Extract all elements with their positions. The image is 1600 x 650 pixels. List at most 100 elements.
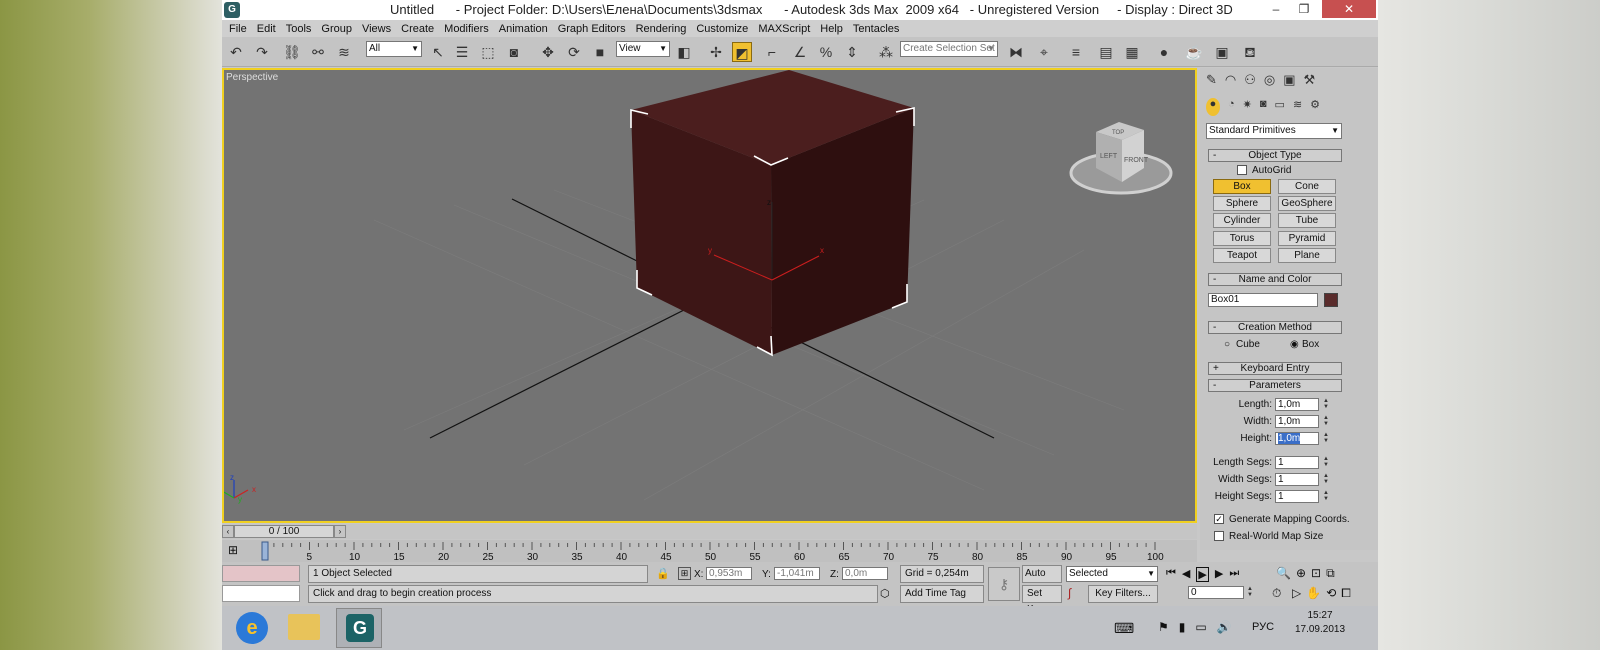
play-icon[interactable]: ▶ — [1196, 567, 1209, 582]
maxscript-listener-mini[interactable] — [222, 565, 300, 582]
select-icon[interactable]: ↖ — [428, 42, 448, 62]
cylinder-button[interactable]: Cylinder — [1213, 213, 1271, 228]
window-crossing-icon[interactable]: ◙ — [504, 42, 524, 62]
volume-icon[interactable]: 🔊 — [1217, 620, 1232, 634]
length-segs-spinner-icon[interactable]: ▲ ▼ — [1322, 456, 1330, 469]
keyboard-entry-rollout[interactable]: + Keyboard Entry — [1208, 362, 1342, 375]
menu-modifiers[interactable]: Modifiers — [439, 23, 494, 35]
flag-icon[interactable]: ⚑ — [1158, 620, 1169, 634]
box-button[interactable]: Box — [1213, 179, 1271, 194]
close-icon[interactable]: ✕ — [1322, 0, 1376, 18]
frame-spinner-icon[interactable]: ▲ ▼ — [1246, 586, 1254, 599]
parameters-rollout[interactable]: - Parameters — [1208, 379, 1342, 392]
object-type-rollout[interactable]: - Object Type — [1208, 149, 1342, 162]
go-to-end-icon[interactable]: ⏭ — [1229, 567, 1239, 582]
edit-named-sets-icon[interactable]: ⁂ — [876, 42, 896, 62]
unlink-icon[interactable]: ⚯ — [308, 42, 328, 62]
name-color-rollout[interactable]: - Name and Color — [1208, 273, 1342, 286]
height-spinner-icon[interactable]: ▲ ▼ — [1322, 432, 1330, 445]
z-coord-input[interactable]: 0,0m — [842, 567, 888, 580]
menu-views[interactable]: Views — [357, 23, 396, 35]
torus-button[interactable]: Torus — [1213, 231, 1271, 246]
helpers-icon[interactable]: ▭ — [1275, 98, 1285, 116]
previous-frame-icon[interactable]: ◀ — [1182, 567, 1190, 582]
set-key-button[interactable]: Set Key — [1022, 585, 1062, 615]
lights-icon[interactable]: ✷ — [1243, 98, 1252, 116]
y-coord-input[interactable]: -1,041m — [774, 567, 820, 580]
reference-coordinate-dropdown[interactable]: View ▼ — [616, 41, 670, 57]
teapot-button[interactable]: Teapot — [1213, 248, 1271, 263]
key-filters-button[interactable]: Key Filters... — [1088, 585, 1158, 603]
current-frame-input[interactable]: 0 — [1188, 586, 1244, 599]
manipulate-icon[interactable]: ✢ — [706, 42, 726, 62]
scale-icon[interactable]: ■ — [590, 42, 610, 62]
time-tag-icon[interactable]: ⬡ — [880, 587, 890, 600]
cone-button[interactable]: Cone — [1278, 179, 1336, 194]
plane-button[interactable]: Plane — [1278, 248, 1336, 263]
menu-animation[interactable]: Animation — [494, 23, 553, 35]
length-segs-input[interactable]: 1 — [1275, 456, 1319, 469]
minimize-icon[interactable]: – — [1262, 0, 1290, 18]
menu-file[interactable]: File — [224, 23, 252, 35]
cube-radio-icon[interactable]: ○ — [1224, 339, 1230, 350]
add-time-tag-button[interactable]: Add Time Tag — [900, 585, 984, 603]
zoom-icon[interactable]: 🔍 — [1276, 566, 1291, 581]
pan-icon[interactable]: ✋ — [1306, 586, 1321, 601]
height-segs-spinner-icon[interactable]: ▲ ▼ — [1322, 490, 1330, 503]
real-world-map-checkbox[interactable] — [1214, 531, 1224, 541]
hierarchy-tab-icon[interactable]: ⚇ — [1244, 72, 1256, 92]
utilities-tab-icon[interactable]: ⚒ — [1304, 72, 1316, 92]
undo-icon[interactable]: ↶ — [226, 42, 246, 62]
menu-customize[interactable]: Customize — [691, 23, 753, 35]
menu-help[interactable]: Help — [815, 23, 848, 35]
creation-method-rollout[interactable]: - Creation Method — [1208, 321, 1342, 334]
language-indicator[interactable]: РУС — [1252, 621, 1274, 633]
viewcube-left[interactable]: LEFT — [1100, 153, 1118, 160]
sphere-button[interactable]: Sphere — [1213, 196, 1271, 211]
viewcube[interactable]: TOP LEFT FRONT — [1069, 122, 1173, 195]
schematic-view-icon[interactable]: ▦ — [1122, 42, 1142, 62]
modify-tab-icon[interactable]: ◠ — [1225, 72, 1236, 92]
space-warps-icon[interactable]: ≋ — [1293, 98, 1302, 116]
key-mode-dropdown[interactable]: Selected ▼ — [1066, 566, 1158, 582]
percent-snap-icon[interactable]: % — [816, 42, 836, 62]
systems-icon[interactable]: ⚙ — [1310, 98, 1320, 116]
generate-mapping-checkbox[interactable]: ✓ — [1214, 514, 1224, 524]
menu-edit[interactable]: Edit — [252, 23, 281, 35]
taskbar-3dsmax-button[interactable]: G — [336, 608, 382, 648]
height-segs-input[interactable]: 1 — [1275, 490, 1319, 503]
length-spinner-icon[interactable]: ▲ ▼ — [1322, 398, 1330, 411]
perspective-viewport[interactable]: Perspective z x y TOP LEFT FRONT z x y — [222, 68, 1197, 523]
align-icon[interactable]: ⌖ — [1034, 42, 1054, 62]
layer-manager-icon[interactable]: ≡ — [1066, 42, 1086, 62]
maxscript-input[interactable] — [222, 585, 300, 602]
clock-time[interactable]: 15:27 — [1298, 610, 1342, 621]
absolute-mode-icon[interactable]: ⊞ — [678, 567, 691, 580]
geosphere-button[interactable]: GeoSphere — [1278, 196, 1336, 211]
geometry-icon[interactable]: ● — [1206, 98, 1220, 116]
current-frame-marker[interactable] — [261, 541, 269, 561]
rotate-icon[interactable]: ⟳ — [564, 42, 584, 62]
cameras-icon[interactable]: ◙ — [1260, 98, 1267, 116]
zoom-extents-icon[interactable]: ⊡ — [1311, 566, 1321, 581]
object-name-input[interactable]: Box01 — [1208, 293, 1318, 307]
rendered-frame-icon[interactable]: ▣ — [1212, 42, 1232, 62]
pyramid-button[interactable]: Pyramid — [1278, 231, 1336, 246]
pivot-icon[interactable]: ◧ — [674, 42, 694, 62]
width-segs-spinner-icon[interactable]: ▲ ▼ — [1322, 473, 1330, 486]
viewcube-front[interactable]: FRONT — [1124, 157, 1149, 164]
shapes-icon[interactable]: ◔ — [1228, 98, 1235, 116]
track-bar[interactable]: ⊞ 0 5 10 15 20 25 30 35 40 45 50 55 60 6… — [222, 540, 1197, 562]
x-coord-input[interactable]: 0,953m — [706, 567, 752, 580]
width-segs-input[interactable]: 1 — [1275, 473, 1319, 486]
width-spinner-icon[interactable]: ▲ ▼ — [1322, 415, 1330, 428]
lock-selection-icon[interactable]: 🔒 — [656, 567, 670, 580]
object-color-swatch[interactable] — [1324, 293, 1338, 307]
zoom-extents-all-icon[interactable]: ⧉ — [1326, 566, 1335, 581]
length-input[interactable]: 1,0m — [1275, 398, 1319, 411]
select-by-name-icon[interactable]: ☰ — [452, 42, 472, 62]
height-input[interactable]: 1,0m — [1275, 432, 1319, 445]
viewcube-top[interactable]: TOP — [1112, 130, 1124, 136]
primitive-category-dropdown[interactable]: Standard Primitives ▼ — [1206, 123, 1342, 139]
key-tangent-icon[interactable]: ∫ — [1068, 586, 1071, 600]
